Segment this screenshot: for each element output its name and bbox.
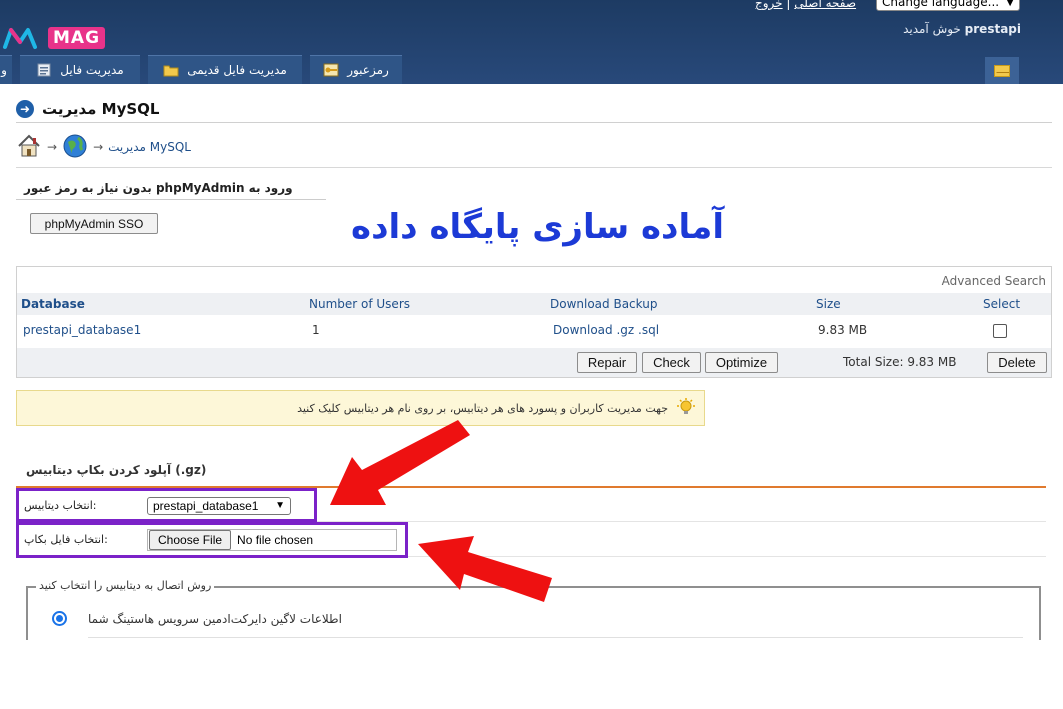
home-icon[interactable] [16,133,42,162]
advanced-search-link[interactable]: Advanced Search [942,274,1046,288]
breadcrumb: → → مدیریت MySQL [16,133,191,161]
globe-icon[interactable] [62,133,88,162]
database-table: Advanced Search Database Number of Users… [16,266,1052,378]
top-links: صفحه اصلی | خروج [755,0,856,10]
page-title: ➜ مدیریت MySQL [16,100,159,118]
tab-password-label: رمزعبور [347,63,389,77]
home-link[interactable]: صفحه اصلی [794,0,856,10]
column-select: Select [983,297,1021,311]
page: MAG صفحه اصلی | خروج Change language... … [0,0,1063,709]
login-info-radio[interactable] [52,611,67,626]
fieldset-divider [88,637,1023,638]
column-users: Number of Users [309,297,411,311]
select-checkbox[interactable] [993,324,1007,338]
phpmyadmin-sso-button[interactable]: phpMyAdmin SSO [30,213,158,234]
mail-icon [994,64,1010,77]
page-title-text: مدیریت MySQL [42,100,160,118]
overlay-title: آماده سازی پایگاه داده [351,207,724,247]
chevron-down-icon: ▼ [1006,0,1014,8]
logo-mark-icon [2,25,46,51]
column-database[interactable]: Database [21,297,85,311]
tab-partial-label: و [1,63,7,77]
breadcrumb-current: مدیریت MySQL [108,140,191,154]
sso-label: ورود به phpMyAdmin بدون نیاز به رمز عبور [24,181,293,195]
database-select-highlight [16,488,317,522]
tab-file-manager-label: مدیریت فایل [60,63,124,77]
language-select-value: Change language... [882,0,1000,9]
tab-file-manager[interactable]: مدیریت فایل [20,55,140,84]
download-backup-link[interactable]: Download .gz .sql [553,323,659,337]
light-bulb-icon [676,397,696,420]
table-row: prestapi_database1 1 Download .gz .sql 9… [17,319,1051,345]
key-icon [323,63,339,77]
welcome-username: prestapi [964,22,1021,36]
tab-password[interactable]: رمزعبور [310,55,402,84]
tab-partial[interactable]: و [0,55,12,84]
welcome-text: خوش آمدید [903,22,961,36]
top-links-separator: | [786,0,791,10]
breadcrumb-arrow: → [93,140,104,154]
breadcrumb-arrow: → [47,140,58,154]
database-name-link[interactable]: prestapi_database1 [23,323,141,337]
column-size: Size [816,297,841,311]
logo[interactable]: MAG [2,25,106,51]
repair-button[interactable]: Repair [577,352,637,373]
mail-button[interactable] [985,57,1019,84]
file-manager-icon [36,63,52,77]
language-select[interactable]: Change language... ▼ [876,0,1020,11]
logout-link[interactable]: خروج [755,0,783,10]
sso-divider [16,199,326,200]
column-backup: Download Backup [550,297,658,311]
upload-title: (gz.) آپلود کردن بکاپ دیتابیس [26,463,207,477]
database-size: 9.83 MB [818,323,868,337]
connection-method-legend: روش اتصال به دیتابیس را انتخاب کنید [36,579,215,592]
tab-old-file-manager[interactable]: مدیریت فایل قدیمی [148,55,302,84]
logo-text: MAG [48,27,106,49]
table-footer: Repair Check Optimize Total Size: 9.83 M… [17,348,1051,377]
user-count: 1 [312,323,320,337]
title-divider [16,122,1052,123]
breadcrumb-divider [16,167,1052,168]
red-arrow-1-icon [330,420,470,505]
total-size: Total Size: 9.83 MB [843,355,957,369]
header-bar: MAG صفحه اصلی | خروج Change language... … [0,0,1063,84]
check-button[interactable]: Check [642,352,701,373]
delete-button[interactable]: Delete [987,352,1047,373]
tab-old-file-manager-label: مدیریت فایل قدیمی [187,63,287,77]
folder-icon [163,63,179,77]
file-input-highlight [16,522,408,558]
optimize-button[interactable]: Optimize [705,352,778,373]
red-arrow-2-icon [418,536,552,602]
login-info-radio-label: اطلاعات لاگین دایرکت‌ادمین سرویس هاستینگ… [88,612,342,626]
bottom-blank [0,640,1063,709]
table-header: Database Number of Users Download Backup… [17,293,1051,315]
arrow-right-circle-icon: ➜ [16,100,34,118]
welcome-message: prestapi خوش آمدید [903,22,1021,36]
